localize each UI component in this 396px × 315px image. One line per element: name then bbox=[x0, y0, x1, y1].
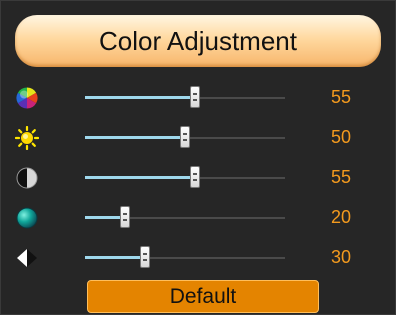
color-adjustment-dialog: Color Adjustment 55 50 55 20 30 Default bbox=[0, 0, 396, 315]
contrast-icon bbox=[15, 166, 39, 190]
sharpness-row: 30 bbox=[1, 238, 396, 278]
sharpness-value: 30 bbox=[330, 247, 352, 267]
saturation-row: 20 bbox=[1, 198, 396, 238]
brightness-slider[interactable] bbox=[85, 118, 285, 158]
sharpness-slider-thumb[interactable] bbox=[140, 246, 150, 268]
dialog-header: Color Adjustment bbox=[15, 15, 381, 67]
saturation-icon bbox=[15, 206, 39, 230]
saturation-value: 20 bbox=[330, 207, 352, 227]
sharpness-slider-fill bbox=[85, 256, 145, 259]
hue-slider-fill bbox=[85, 96, 195, 99]
brightness-slider-thumb[interactable] bbox=[180, 126, 190, 148]
brightness-slider-fill bbox=[85, 136, 185, 139]
saturation-slider-thumb[interactable] bbox=[120, 206, 130, 228]
hue-icon bbox=[15, 86, 39, 110]
brightness-row: 50 bbox=[1, 118, 396, 158]
contrast-slider[interactable] bbox=[85, 158, 285, 198]
brightness-icon bbox=[14, 125, 40, 151]
sharpness-icon bbox=[15, 246, 39, 270]
saturation-slider[interactable] bbox=[85, 198, 285, 238]
contrast-slider-thumb[interactable] bbox=[190, 166, 200, 188]
contrast-value: 55 bbox=[330, 167, 352, 187]
hue-slider-thumb[interactable] bbox=[190, 86, 200, 108]
hue-value: 55 bbox=[330, 87, 352, 107]
hue-slider[interactable] bbox=[85, 78, 285, 118]
saturation-slider-fill bbox=[85, 216, 125, 219]
contrast-row: 55 bbox=[1, 158, 396, 198]
hue-row: 55 bbox=[1, 78, 396, 118]
brightness-value: 50 bbox=[330, 127, 352, 147]
contrast-slider-fill bbox=[85, 176, 195, 179]
default-button[interactable]: Default bbox=[87, 280, 319, 313]
dialog-title: Color Adjustment bbox=[99, 25, 297, 56]
sharpness-slider[interactable] bbox=[85, 238, 285, 278]
